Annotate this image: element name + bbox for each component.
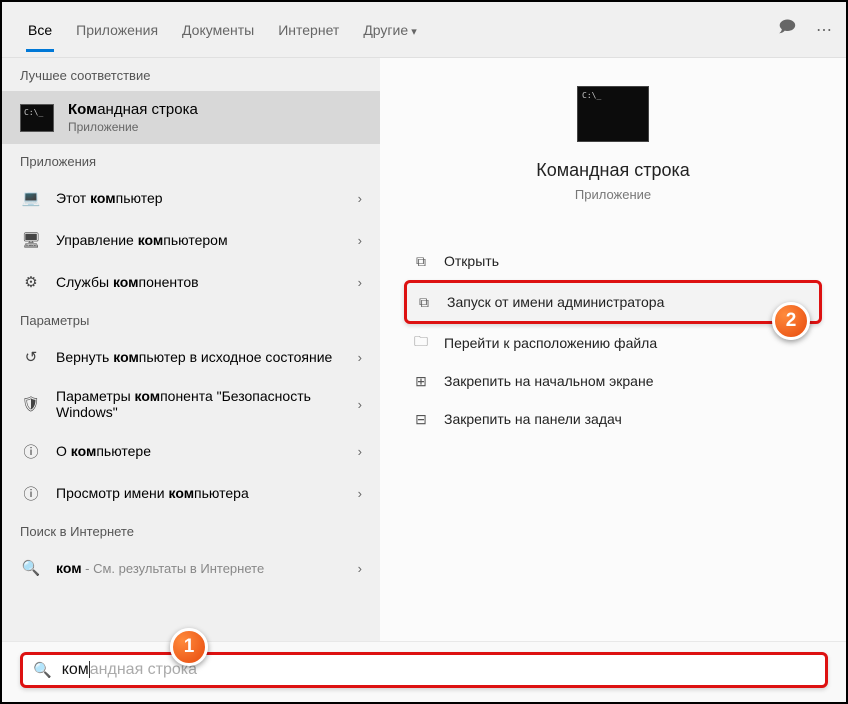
best-match-sub: Приложение xyxy=(68,120,362,134)
section-web: Поиск в Интернете xyxy=(2,514,380,547)
action-icon: 🗀 xyxy=(412,334,430,352)
item-icon: ⚙ xyxy=(20,271,42,293)
section-apps: Приложения xyxy=(2,144,380,177)
chevron-right-icon: › xyxy=(358,191,362,206)
tab-internet[interactable]: Интернет xyxy=(266,8,351,52)
action-label: Закрепить на начальном экране xyxy=(444,373,654,389)
cmd-icon: C:\_ xyxy=(20,104,54,132)
list-item[interactable]: 💻 Этот компьютер › xyxy=(2,177,380,219)
section-best-match: Лучшее соответствие xyxy=(2,58,380,91)
item-icon: 💻 xyxy=(20,187,42,209)
tab-apps[interactable]: Приложения xyxy=(64,8,170,52)
action-label: Закрепить на панели задач xyxy=(444,411,622,427)
list-item[interactable]: 🛡 Параметры компонента "Безопасность Win… xyxy=(2,378,380,430)
list-item[interactable]: ↺ Вернуть компьютер в исходное состояние… xyxy=(2,336,380,378)
tab-all[interactable]: Все xyxy=(16,8,64,52)
chevron-right-icon: › xyxy=(358,444,362,459)
action-item[interactable]: ⊟ Закрепить на панели задач xyxy=(404,400,822,438)
more-icon[interactable]: ⋯ xyxy=(816,20,832,40)
chevron-right-icon: › xyxy=(358,275,362,290)
action-label: Запуск от имени администратора xyxy=(447,294,664,310)
app-thumbnail: C:\_ xyxy=(577,86,649,142)
web-search-item[interactable]: 🔍 ком - См. результаты в Интернете › xyxy=(2,547,380,589)
action-icon: ⊟ xyxy=(412,410,430,428)
action-icon: ⧉ xyxy=(415,293,433,311)
chevron-right-icon: › xyxy=(358,233,362,248)
tab-other[interactable]: Другие xyxy=(351,8,428,52)
preview-title: Командная строка xyxy=(536,160,690,181)
action-icon: ⧉ xyxy=(412,252,430,270)
action-label: Открыть xyxy=(444,253,499,269)
search-icon: 🔍 xyxy=(20,557,42,579)
action-item[interactable]: 🗀 Перейти к расположению файла xyxy=(404,324,822,362)
annotation-badge-2: 2 xyxy=(772,302,810,340)
best-match-item[interactable]: C:\_ Командная строка Приложение xyxy=(2,91,380,144)
item-icon: ⓘ xyxy=(20,482,42,504)
item-icon: ⓘ xyxy=(20,440,42,462)
item-icon: 🛡 xyxy=(20,393,42,415)
search-icon: 🔍 xyxy=(33,661,52,679)
search-bar[interactable]: 🔍 командная строка xyxy=(20,652,828,688)
list-item[interactable]: ⚙ Службы компонентов › xyxy=(2,261,380,303)
action-item[interactable]: ⧉ Открыть xyxy=(404,242,822,280)
item-label: Вернуть компьютер в исходное состояние xyxy=(56,349,344,365)
tabs-bar: Все Приложения Документы Интернет Другие… xyxy=(2,2,846,58)
chevron-right-icon: › xyxy=(358,397,362,412)
item-label: Управление компьютером xyxy=(56,232,344,248)
list-item[interactable]: 🖥 Управление компьютером › xyxy=(2,219,380,261)
item-icon: ↺ xyxy=(20,346,42,368)
action-item[interactable]: ⊞ Закрепить на начальном экране xyxy=(404,362,822,400)
action-icon: ⊞ xyxy=(412,372,430,390)
annotation-badge-1: 1 xyxy=(170,628,208,666)
tab-docs[interactable]: Документы xyxy=(170,8,266,52)
preview-panel: C:\_ Командная строка Приложение ⧉ Открыт… xyxy=(380,58,846,641)
item-label: Параметры компонента "Безопасность Windo… xyxy=(56,388,344,420)
chevron-right-icon: › xyxy=(358,350,362,365)
action-item[interactable]: ⧉ Запуск от имени администратора xyxy=(404,280,822,324)
item-label: Этот компьютер xyxy=(56,190,344,206)
feedback-icon[interactable]: 🗩 xyxy=(778,16,796,43)
item-label: О компьютере xyxy=(56,443,344,459)
list-item[interactable]: ⓘ О компьютере › xyxy=(2,430,380,472)
search-input[interactable]: командная строка xyxy=(62,661,197,679)
preview-sub: Приложение xyxy=(575,187,651,202)
action-label: Перейти к расположению файла xyxy=(444,335,657,351)
best-match-title: Командная строка xyxy=(68,101,362,118)
section-settings: Параметры xyxy=(2,303,380,336)
list-item[interactable]: ⓘ Просмотр имени компьютера › xyxy=(2,472,380,514)
results-panel: Лучшее соответствие C:\_ Командная строк… xyxy=(2,58,380,641)
item-label: Просмотр имени компьютера xyxy=(56,485,344,501)
chevron-right-icon: › xyxy=(358,561,362,576)
chevron-right-icon: › xyxy=(358,486,362,501)
item-label: Службы компонентов xyxy=(56,274,344,290)
item-icon: 🖥 xyxy=(20,229,42,251)
